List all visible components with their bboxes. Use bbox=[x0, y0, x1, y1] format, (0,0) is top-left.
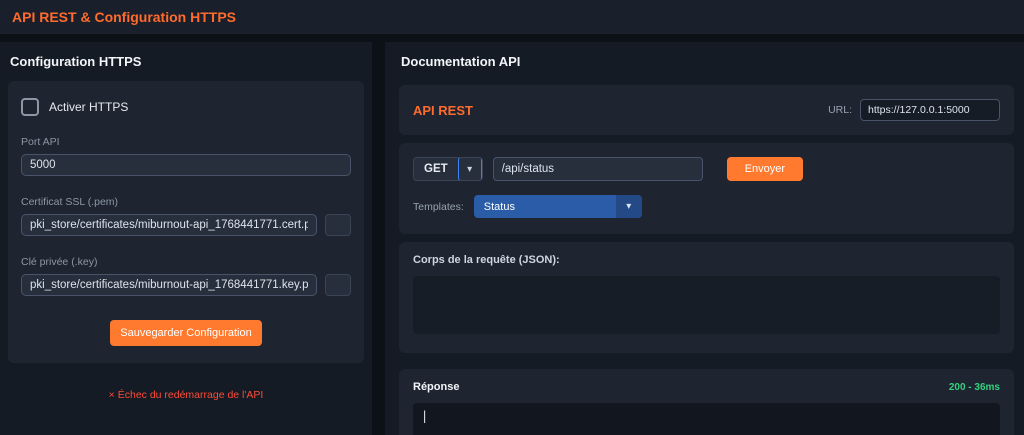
doc-panel-title: Documentation API bbox=[401, 54, 521, 69]
app-window: API REST & Configuration HTTPS Configura… bbox=[0, 0, 1024, 435]
chevron-down-icon: ▾ bbox=[457, 158, 482, 180]
request-row: GET ▾ Envoyer bbox=[413, 157, 1000, 181]
activate-https-checkbox[interactable] bbox=[21, 98, 39, 116]
activate-https-label: Activer HTTPS bbox=[49, 100, 129, 114]
api-url-group: URL: bbox=[828, 99, 1000, 121]
save-config-button[interactable]: Sauvegarder Configuration bbox=[110, 320, 262, 346]
template-select[interactable]: Status ▾ bbox=[473, 195, 642, 218]
response-title: Réponse bbox=[413, 381, 460, 393]
api-rest-card: API REST URL: bbox=[399, 85, 1014, 135]
ssl-cert-input[interactable] bbox=[21, 214, 317, 236]
main-layout: Configuration HTTPS Activer HTTPS Port A… bbox=[0, 42, 1024, 435]
send-request-button[interactable]: Envoyer bbox=[726, 157, 803, 181]
response-card: Réponse 200 - 36ms | bbox=[399, 369, 1014, 435]
request-body-card: Corps de la requête (JSON): bbox=[399, 242, 1014, 353]
app-header: API REST & Configuration HTTPS bbox=[0, 0, 1024, 34]
api-url-label: URL: bbox=[828, 104, 852, 116]
response-output: | bbox=[413, 403, 1000, 435]
page-title: API REST & Configuration HTTPS bbox=[12, 9, 236, 25]
config-card: Activer HTTPS Port API Certificat SSL (.… bbox=[8, 81, 364, 363]
response-header: Réponse 200 - 36ms bbox=[413, 381, 1000, 393]
templates-label: Templates: bbox=[413, 200, 464, 213]
private-key-label: Clé privée (.key) bbox=[21, 256, 98, 268]
api-rest-title: API REST bbox=[413, 102, 473, 118]
response-status-badge: 200 - 36ms bbox=[948, 381, 1000, 393]
template-selected-value: Status bbox=[483, 200, 515, 213]
activate-https-row: Activer HTTPS bbox=[21, 98, 351, 116]
endpoint-input[interactable] bbox=[492, 157, 703, 181]
private-key-row bbox=[21, 268, 351, 296]
http-method-value: GET bbox=[424, 163, 448, 175]
ssl-cert-label: Certificat SSL (.pem) bbox=[21, 196, 119, 208]
api-restart-error-message: × Échec du redémarrage de l'API bbox=[108, 389, 264, 401]
ssl-cert-row bbox=[21, 208, 351, 236]
api-url-input[interactable] bbox=[860, 99, 1000, 121]
chevron-down-icon: ▾ bbox=[615, 195, 642, 218]
documentation-api-panel: Documentation API API REST URL: GET ▾ En bbox=[385, 42, 1024, 435]
request-body-textarea[interactable] bbox=[413, 276, 1000, 334]
private-key-browse-button[interactable] bbox=[325, 274, 351, 296]
port-api-input[interactable] bbox=[21, 154, 351, 176]
private-key-input[interactable] bbox=[21, 274, 317, 296]
config-panel-title: Configuration HTTPS bbox=[10, 54, 142, 69]
ssl-cert-browse-button[interactable] bbox=[325, 214, 351, 236]
request-builder-card: GET ▾ Envoyer Templates: Status ▾ bbox=[399, 143, 1014, 234]
request-body-label: Corps de la requête (JSON): bbox=[413, 254, 560, 266]
http-method-select[interactable]: GET ▾ bbox=[413, 157, 483, 181]
port-api-label: Port API bbox=[21, 136, 60, 148]
config-https-panel: Configuration HTTPS Activer HTTPS Port A… bbox=[0, 42, 372, 435]
templates-row: Templates: Status ▾ bbox=[413, 195, 1000, 218]
